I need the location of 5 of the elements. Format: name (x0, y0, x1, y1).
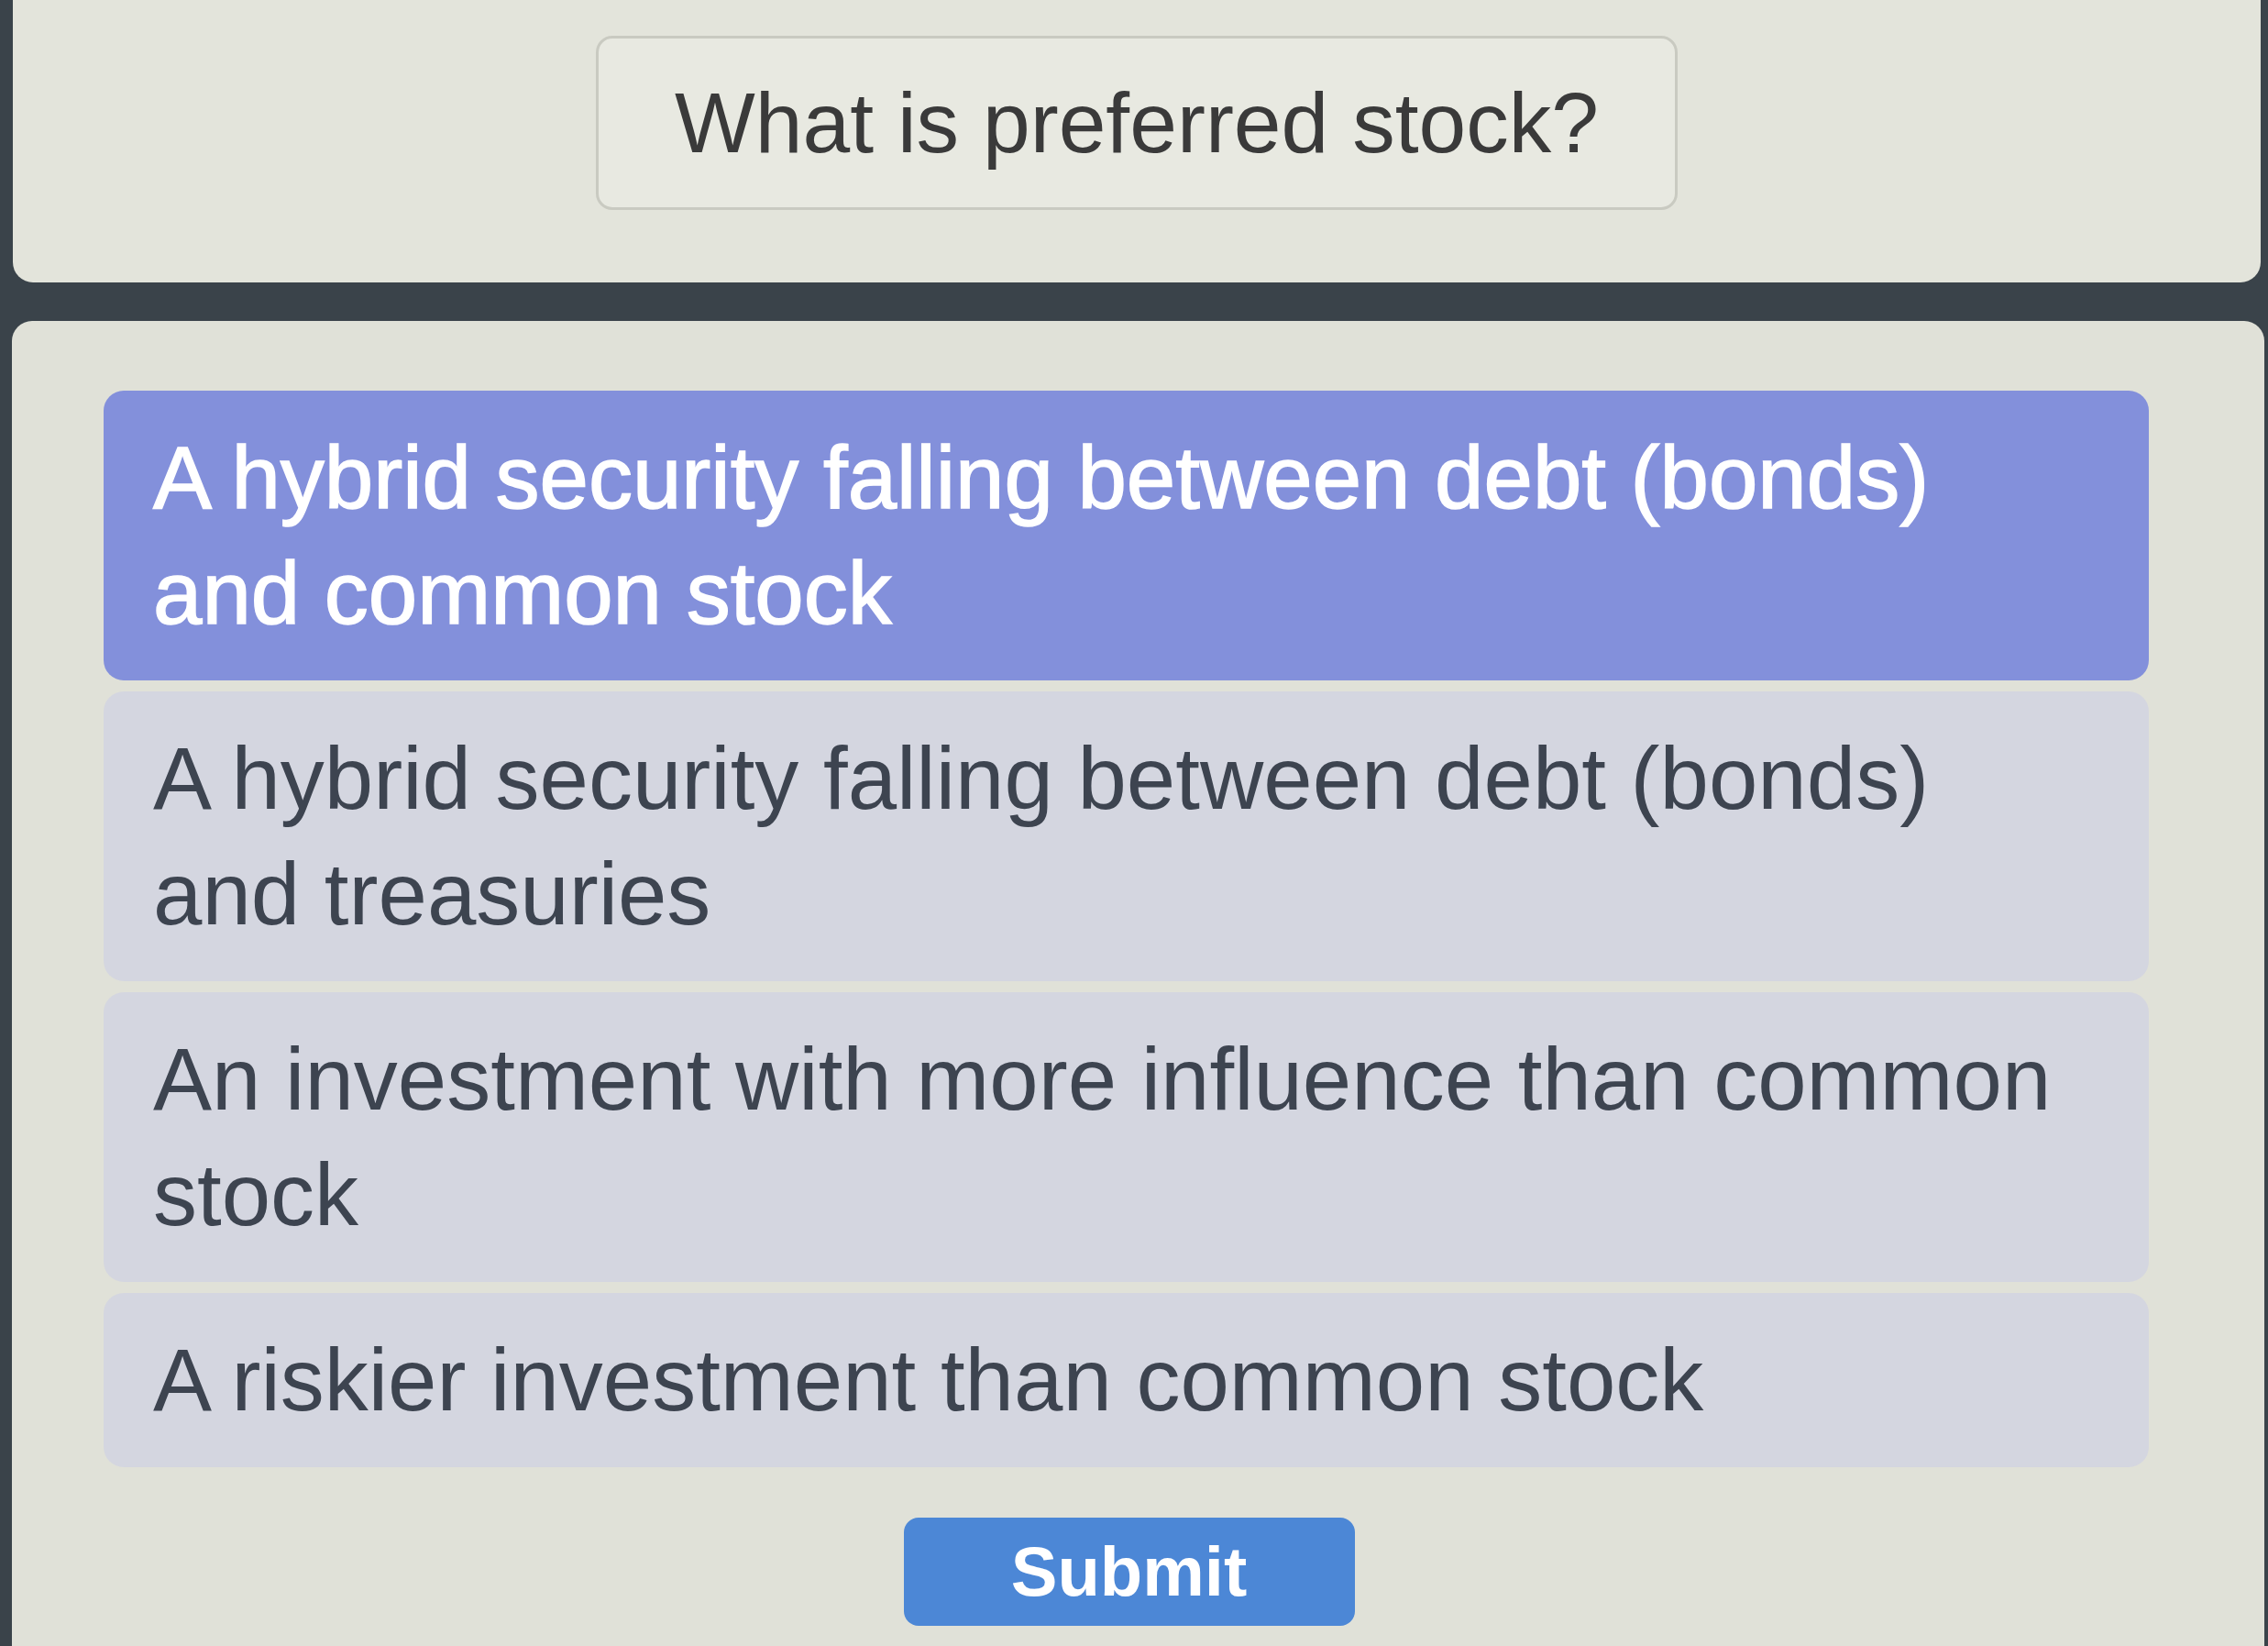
answer-option[interactable]: A hybrid security falling between debt (bonds) and treasuries (104, 691, 2149, 981)
submit-button[interactable]: Submit (903, 1518, 1355, 1626)
answer-option[interactable]: A riskier investment than common stock (104, 1293, 2149, 1467)
question-prompt: What is preferred stock? (596, 36, 1678, 210)
answer-option[interactable]: An investment with more influence than common stock (104, 992, 2149, 1282)
